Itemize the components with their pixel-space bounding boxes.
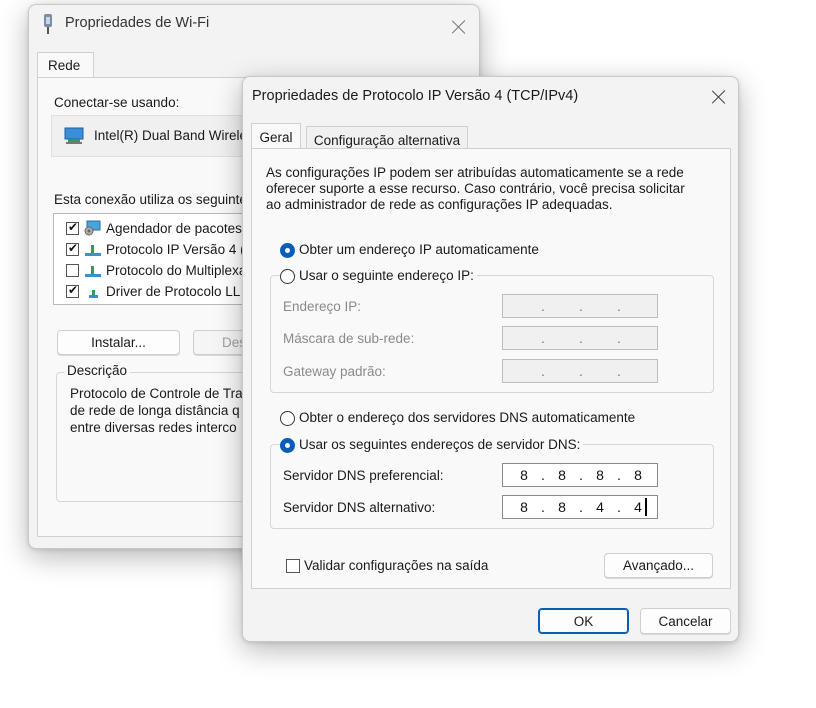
- validate-checkbox[interactable]: [286, 559, 300, 573]
- description-line: Protocolo de Controle de Tra: [70, 386, 243, 401]
- protocol-icon: [85, 245, 101, 256]
- tab-configuracao-alternativa[interactable]: Configuração alternativa: [306, 126, 468, 150]
- component-checkbox[interactable]: [66, 283, 79, 298]
- ok-button[interactable]: OK: [538, 608, 629, 634]
- description-line: entre diversas redes interco: [70, 420, 237, 435]
- subnet-mask-label: Máscara de sub-rede:: [283, 331, 415, 346]
- alternate-dns-field[interactable]: 8 . 8 . 4 . 4: [502, 495, 658, 519]
- tab-geral[interactable]: Geral: [251, 123, 301, 149]
- component-checkbox[interactable]: [66, 220, 79, 235]
- component-checkbox[interactable]: [66, 241, 79, 256]
- advanced-button[interactable]: Avançado...: [604, 553, 713, 578]
- ip-auto-label[interactable]: Obter um endereço IP automaticamente: [299, 242, 539, 257]
- dns-manual-label[interactable]: Usar os seguintes endereços de servidor …: [296, 437, 584, 452]
- description-line: de rede de longa distância q: [70, 403, 240, 418]
- dns-manual-radio[interactable]: [280, 438, 295, 453]
- close-icon[interactable]: [709, 87, 729, 107]
- description-legend: Descrição: [64, 363, 131, 378]
- dialog-title: Propriedades de Protocolo IP Versão 4 (T…: [252, 88, 579, 104]
- install-button[interactable]: Instalar...: [57, 330, 180, 355]
- network-adapter-icon: [64, 127, 84, 144]
- subnet-mask-field[interactable]: . . .: [502, 326, 658, 350]
- dns-auto-label[interactable]: Obter o endereço dos servidores DNS auto…: [299, 410, 635, 425]
- wifi-titlebar[interactable]: Propriedades de Wi-Fi: [29, 5, 479, 45]
- ip-address-field[interactable]: . . .: [502, 294, 658, 318]
- dns-auto-radio[interactable]: [280, 411, 295, 426]
- component-checkbox[interactable]: [66, 264, 79, 277]
- qos-icon: [84, 220, 101, 236]
- validate-label[interactable]: Validar configurações na saída: [304, 558, 488, 573]
- adapter-name: Intel(R) Dual Band Wirele: [94, 128, 248, 143]
- connect-using-label: Conectar-se usando:: [54, 95, 180, 110]
- ip-address-label: Endereço IP:: [283, 299, 362, 314]
- tab-rede[interactable]: Rede: [37, 52, 94, 78]
- ip-manual-radio[interactable]: [280, 269, 295, 284]
- wifi-close-icon[interactable]: [449, 17, 469, 37]
- component-label: Protocolo IP Versão 4 (: [106, 242, 245, 257]
- intro-line: As configurações IP podem ser atribuídas…: [266, 165, 684, 180]
- intro-text: As configurações IP podem ser atribuídas…: [266, 165, 706, 213]
- default-gateway-field[interactable]: . . .: [502, 359, 658, 383]
- connection-uses-label: Esta conexão utiliza os seguinte: [54, 192, 247, 207]
- ip-manual-label[interactable]: Usar o seguinte endereço IP:: [296, 268, 477, 283]
- preferred-dns-label: Servidor DNS preferencial:: [283, 468, 444, 483]
- protocol-icon: [85, 266, 101, 277]
- alternate-dns-label: Servidor DNS alternativo:: [283, 500, 436, 515]
- wifi-window-title: Propriedades de Wi-Fi: [65, 15, 210, 31]
- protocol-icon: [89, 290, 98, 298]
- ip-auto-radio[interactable]: [280, 243, 295, 258]
- text-cursor: [645, 498, 647, 516]
- ipv4-properties-dialog: Propriedades de Protocolo IP Versão 4 (T…: [242, 76, 739, 642]
- intro-line: ao administrador de rede as configuraçõe…: [266, 197, 613, 212]
- default-gateway-label: Gateway padrão:: [283, 364, 386, 379]
- intro-line: oferecer suporte a esse recurso. Caso co…: [266, 181, 685, 196]
- network-adapter-icon: [44, 14, 52, 34]
- component-label: Driver de Protocolo LL: [106, 284, 241, 299]
- cancel-button[interactable]: Cancelar: [640, 608, 731, 634]
- component-label: Agendador de pacotes: [106, 221, 242, 236]
- preferred-dns-field[interactable]: 8 . 8 . 8 . 8: [502, 463, 658, 487]
- component-label: Protocolo do Multiplexa: [106, 263, 247, 278]
